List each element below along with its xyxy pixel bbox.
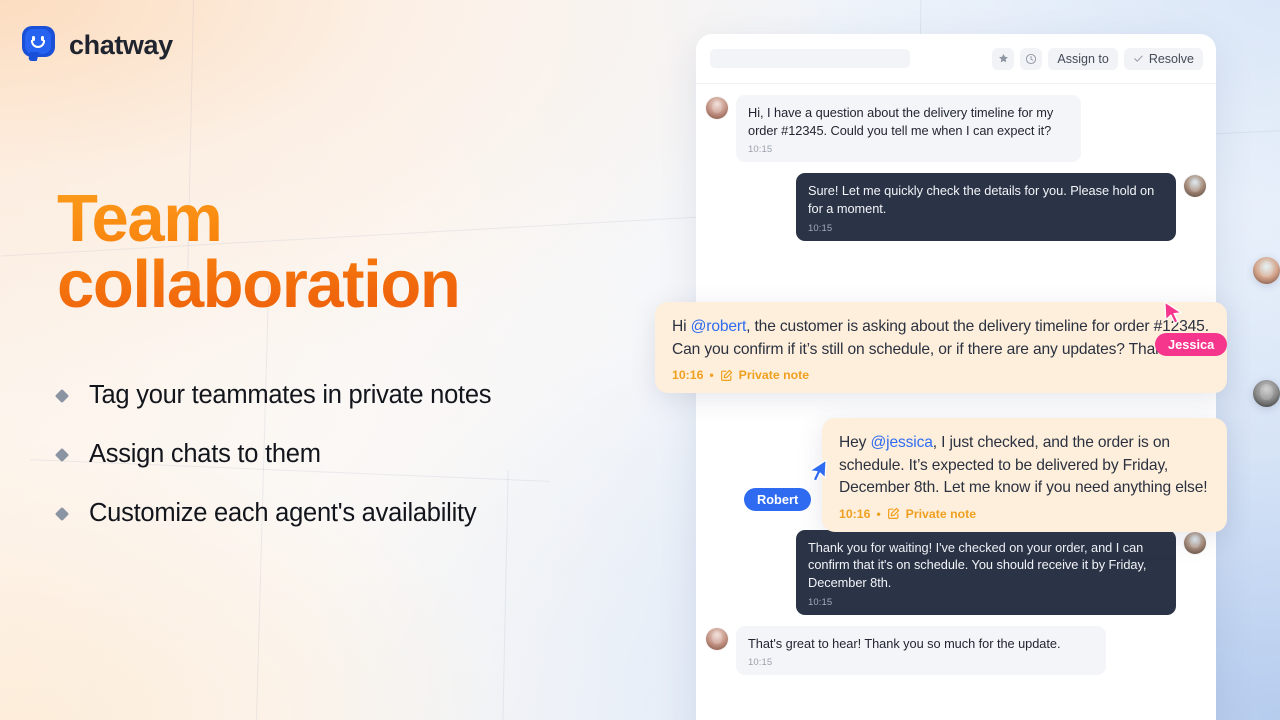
hero-column: chatway Team collaboration Tag your team… — [0, 0, 696, 720]
note-time: 10:16 — [839, 506, 871, 521]
private-note-jessica[interactable]: Hi @robert, the customer is asking about… — [655, 302, 1227, 394]
message-text: That's great to hear! Thank you so much … — [748, 635, 1061, 651]
collaborator-badge-jessica: Jessica — [1155, 333, 1228, 356]
resolve-button[interactable]: Resolve — [1123, 47, 1203, 70]
chat-header: Assign to Resolve — [696, 34, 1216, 84]
message-bubble: Hi, I have a question about the delivery… — [736, 95, 1081, 163]
diamond-bullet-icon — [54, 447, 70, 462]
robert-avatar — [1253, 380, 1280, 407]
message-time: 10:15 — [748, 657, 773, 669]
message-time: 10:15 — [808, 596, 833, 608]
agent-avatar — [1184, 175, 1206, 198]
clock-icon — [1026, 53, 1037, 64]
message-bubble: Thank you for waiting! I've checked on y… — [796, 529, 1176, 615]
headline-line-2: collaboration — [57, 247, 460, 323]
chat-panel: Assign to Resolve Hi, I have a question … — [655, 34, 1227, 720]
mention-robert[interactable]: @robert — [691, 318, 747, 335]
note-separator: • — [709, 368, 714, 383]
message-text: Hi, I have a question about the delivery… — [748, 105, 1054, 138]
pencil-square-icon — [720, 369, 732, 381]
message-row-customer-2: That's great to hear! Thank you so much … — [706, 625, 1206, 676]
message-row-agent-1: Sure! Let me quickly check the details f… — [706, 173, 1206, 241]
resolve-label: Resolve — [1148, 51, 1194, 66]
collaborator-badge-robert: Robert — [744, 488, 812, 511]
note-meta: 10:16 • Private note — [672, 368, 1210, 382]
jessica-avatar — [1253, 257, 1280, 284]
message-time: 10:15 — [808, 222, 833, 234]
list-item: Tag your teammates in private notes — [54, 366, 677, 425]
message-list[interactable]: Hi, I have a question about the delivery… — [655, 84, 1227, 676]
message-row-agent-2: Thank you for waiting! I've checked on y… — [706, 529, 1206, 615]
snooze-button[interactable] — [1020, 47, 1043, 70]
feature-label: Customize each agent's availability — [89, 499, 477, 527]
message-text: Sure! Let me quickly check the details f… — [808, 183, 1155, 216]
agent-avatar — [1184, 531, 1206, 554]
check-icon — [1134, 55, 1143, 62]
note-label: Private note — [738, 368, 810, 383]
list-item: Customize each agent's availability — [54, 484, 677, 543]
pencil-square-icon — [887, 508, 899, 520]
pointer-cursor-icon — [1164, 301, 1182, 324]
page-title: Team collaboration — [57, 186, 657, 319]
message-bubble: That's great to hear! Thank you so much … — [736, 625, 1106, 676]
assign-to-label: Assign to — [1057, 51, 1109, 66]
feature-list: Tag your teammates in private notes Assi… — [54, 366, 677, 543]
star-icon — [998, 53, 1008, 63]
conversation-title-placeholder — [710, 49, 910, 68]
customer-avatar — [706, 627, 728, 650]
assign-to-button[interactable]: Assign to — [1048, 47, 1118, 70]
feature-label: Tag your teammates in private notes — [89, 381, 492, 409]
headline-line-1: Team — [57, 181, 222, 256]
chat-bubble-smiley-icon — [22, 26, 58, 64]
note-text: Hey @jessica, I just checked, and the or… — [839, 434, 1208, 497]
diamond-bullet-icon — [54, 506, 70, 521]
feature-label: Assign chats to them — [89, 440, 321, 468]
customer-avatar — [706, 97, 728, 119]
message-time: 10:15 — [748, 144, 773, 156]
note-time: 10:16 — [672, 368, 704, 383]
pointer-cursor-icon — [809, 459, 827, 482]
note-meta: 10:16 • Private note — [839, 507, 1210, 521]
note-label: Private note — [905, 506, 977, 521]
brand-wordmark: chatway — [69, 29, 173, 60]
mention-jessica[interactable]: @jessica — [870, 434, 932, 451]
diamond-bullet-icon — [54, 388, 70, 403]
list-item: Assign chats to them — [54, 425, 677, 484]
private-note-robert[interactable]: Hey @jessica, I just checked, and the or… — [822, 418, 1227, 532]
star-button[interactable] — [992, 47, 1015, 70]
note-text: Hi @robert, the customer is asking about… — [672, 318, 1209, 358]
note-separator: • — [876, 506, 881, 521]
header-actions: Assign to Resolve — [992, 47, 1203, 70]
message-bubble: Sure! Let me quickly check the details f… — [796, 173, 1176, 241]
brand-logo[interactable]: chatway — [22, 26, 173, 64]
message-text: Thank you for waiting! I've checked on y… — [808, 539, 1147, 590]
message-row-customer-1: Hi, I have a question about the delivery… — [706, 95, 1206, 163]
